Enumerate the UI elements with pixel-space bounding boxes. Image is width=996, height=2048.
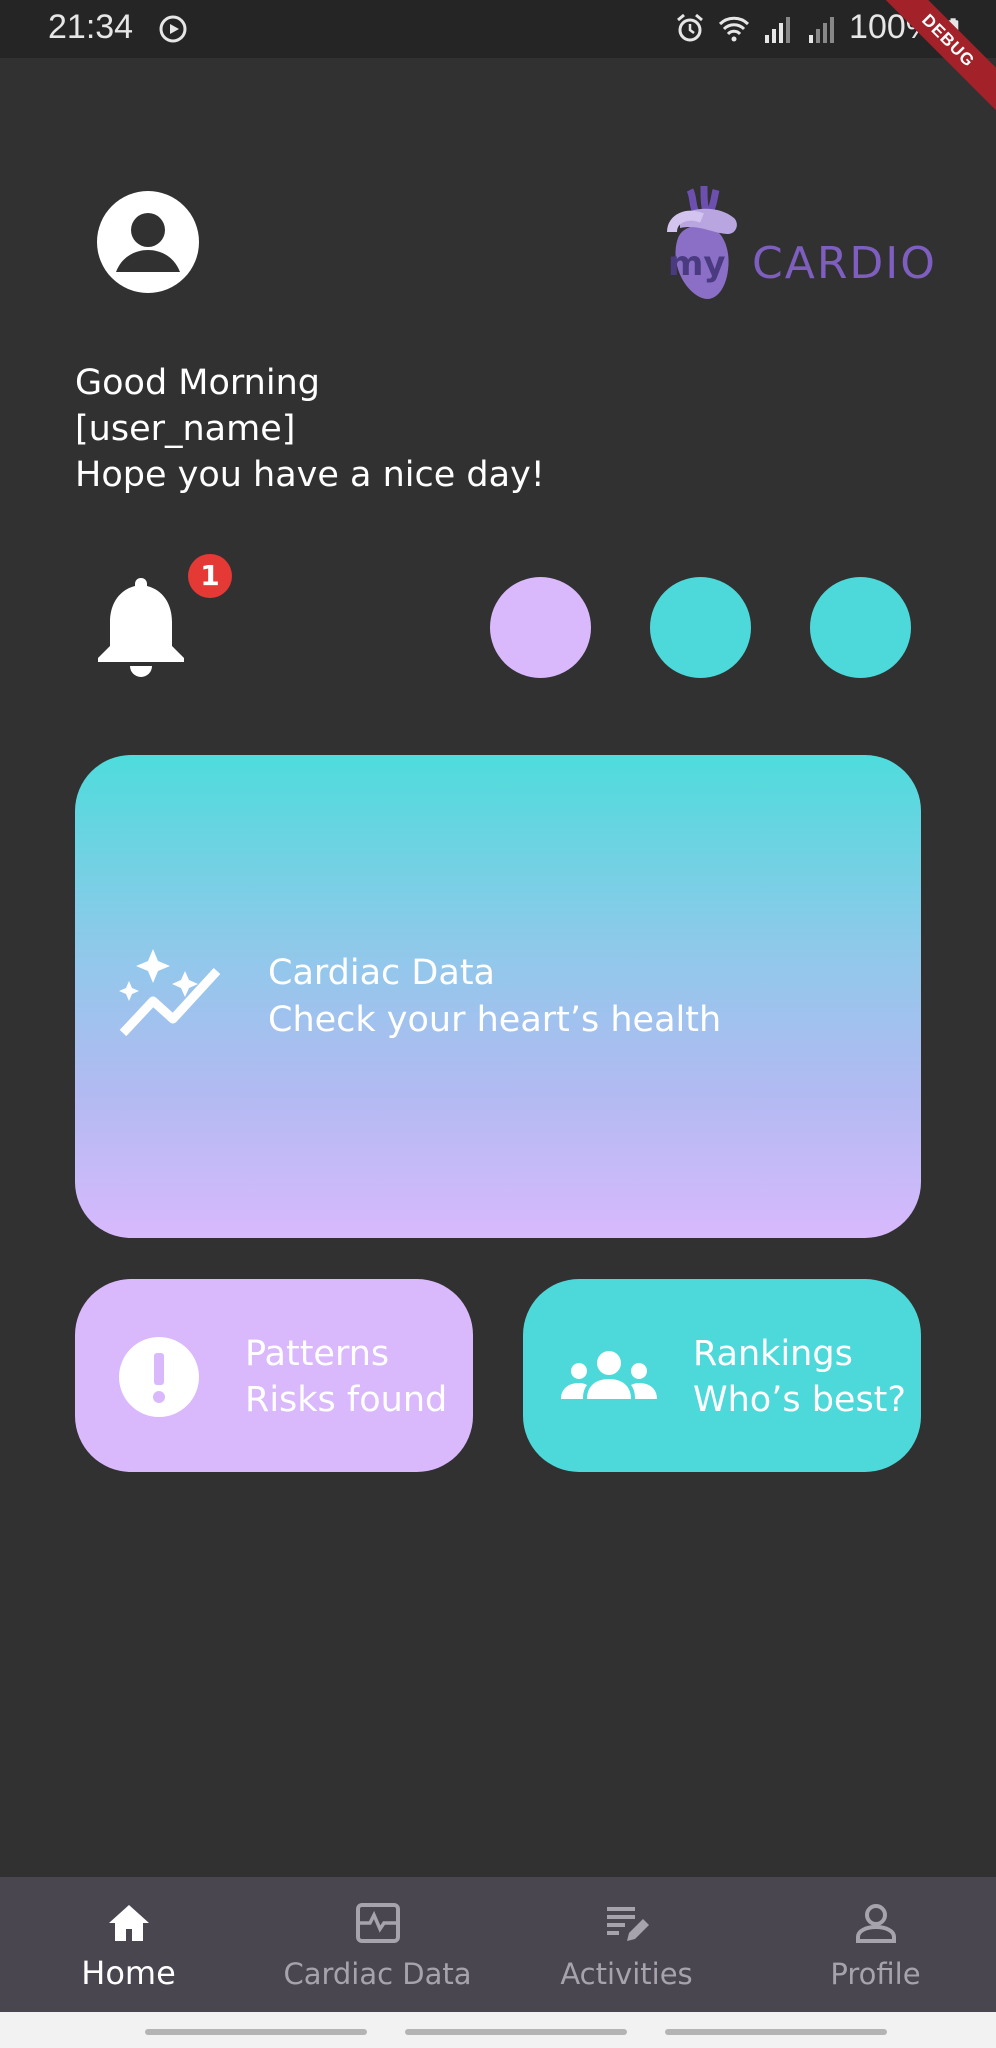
- nav-label-profile: Profile: [830, 1957, 921, 1991]
- gesture-pill-center[interactable]: [405, 2029, 627, 2035]
- status-time: 21:34: [48, 8, 134, 46]
- patterns-card-subtitle: Risks found: [245, 1380, 448, 1420]
- bottom-navigation: Home Cardiac Data Activities Profile: [0, 1877, 996, 2012]
- greeting: Good Morning [user_name] Hope you have a…: [75, 360, 545, 498]
- nav-label-activities: Activities: [560, 1957, 693, 1991]
- nav-item-activities[interactable]: Activities: [502, 1877, 751, 2012]
- alarm-icon: [677, 13, 703, 41]
- indicator-dot-2[interactable]: [650, 577, 751, 678]
- greeting-message: Hope you have a nice day!: [75, 455, 545, 495]
- rankings-card-title: Rankings: [693, 1334, 853, 1374]
- patterns-card[interactable]: Patterns Risks found: [75, 1279, 473, 1472]
- user-name: [user_name]: [75, 409, 296, 449]
- account-avatar-icon[interactable]: [96, 190, 200, 294]
- indicator-dot-3[interactable]: [810, 577, 911, 678]
- edit-note-icon: [606, 1907, 649, 1941]
- rankings-card-subtitle: Who’s best?: [693, 1380, 906, 1420]
- gesture-bar: [0, 2012, 996, 2048]
- indicator-dot-1[interactable]: [490, 577, 591, 678]
- logo-text: CARDIO: [752, 238, 937, 289]
- notification-bell-icon[interactable]: [92, 570, 190, 680]
- media-playing-icon: [159, 15, 187, 43]
- notification-badge: 1: [188, 554, 232, 598]
- nav-label-home: Home: [81, 1954, 176, 1992]
- gesture-pill-right[interactable]: [665, 2029, 887, 2035]
- patterns-card-title: Patterns: [245, 1334, 390, 1374]
- auto-graph-icon: [119, 949, 221, 1037]
- person-icon: [855, 1904, 896, 1943]
- nav-item-profile[interactable]: Profile: [751, 1877, 996, 2012]
- alert-circle-icon: [119, 1337, 199, 1417]
- home-icon: [108, 1905, 149, 1941]
- nav-label-cardiac-data: Cardiac Data: [283, 1957, 472, 1991]
- nav-item-cardiac-data[interactable]: Cardiac Data: [253, 1877, 502, 2012]
- nav-item-home[interactable]: Home: [4, 1877, 253, 2012]
- gesture-pill-left[interactable]: [145, 2029, 367, 2035]
- cardiac-card-subtitle: Check your heart’s health: [268, 1000, 722, 1040]
- rankings-card[interactable]: Rankings Who’s best?: [523, 1279, 921, 1472]
- wifi-icon: [718, 16, 750, 41]
- status-bar: 21:34 100% DEBUG: [0, 0, 996, 123]
- signal-weak-icon: [809, 16, 835, 43]
- monitor-heart-icon: [355, 1903, 400, 1943]
- greeting-line: Good Morning: [75, 363, 320, 403]
- groups-icon: [561, 1351, 657, 1399]
- heart-logo-icon: my: [667, 185, 737, 299]
- logo-prefix: my: [668, 244, 726, 284]
- cardiac-card-title: Cardiac Data: [268, 953, 495, 993]
- cardiac-data-card[interactable]: Cardiac Data Check your heart’s health: [75, 755, 921, 1238]
- signal-icon: [765, 16, 791, 43]
